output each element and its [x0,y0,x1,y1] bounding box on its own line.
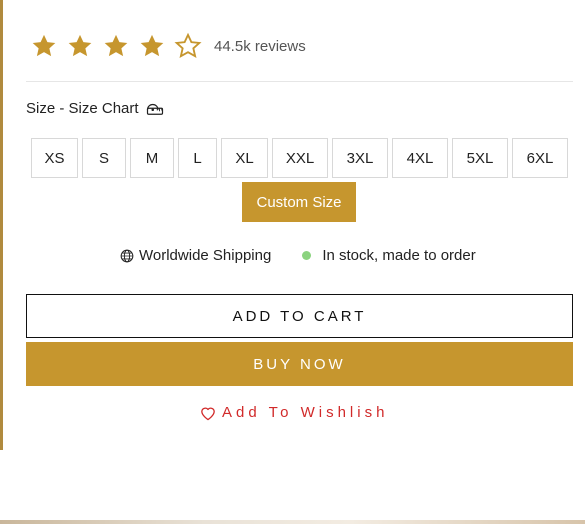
worldwide-shipping-text: Worldwide Shipping [139,247,272,264]
size-options: XS S M L XL XXL 3XL 4XL 5XL 6XL [31,138,568,178]
star-filled-icon [32,34,56,57]
stock-status-text: In stock, made to order [322,247,476,264]
custom-size-button[interactable]: Custom Size [242,182,356,222]
size-option-xxl[interactable]: XXL [272,138,328,178]
left-accent-rule [0,0,3,450]
size-option-xl[interactable]: XL [221,138,268,178]
size-option-5xl[interactable]: 5XL [452,138,508,178]
size-option-s[interactable]: S [82,138,126,178]
size-label-row: Size - Size Chart [26,100,164,117]
size-option-xs[interactable]: XS [31,138,78,178]
star-filled-icon [104,34,128,57]
size-option-6xl[interactable]: 6XL [512,138,568,178]
bottom-image-strip [0,520,585,524]
stock-status-dot [302,251,312,260]
rating: 44.5k reviews [30,32,306,60]
star-filled-icon [68,34,92,57]
size-option-l[interactable]: L [178,138,217,178]
buy-now-button[interactable]: BUY NOW [26,342,573,386]
divider [26,81,573,82]
add-to-wishlist-link[interactable]: Add To Wishlish [199,404,388,421]
measuring-tape-icon [146,103,163,115]
add-to-cart-button[interactable]: ADD TO CART [26,294,573,338]
size-label[interactable]: Size - Size Chart [26,100,139,117]
star-filled-icon [140,34,164,57]
globe-icon [120,249,134,262]
size-option-3xl[interactable]: 3XL [332,138,388,178]
heart-icon [201,407,215,420]
star-empty-icon [174,32,202,58]
shipping-stock-row: Worldwide Shipping In stock, made to ord… [120,247,476,264]
wishlist-label[interactable]: Add To Wishlish [222,404,388,421]
reviews-count[interactable]: 44.5k reviews [214,38,306,55]
size-option-4xl[interactable]: 4XL [392,138,448,178]
size-option-m[interactable]: M [130,138,174,178]
